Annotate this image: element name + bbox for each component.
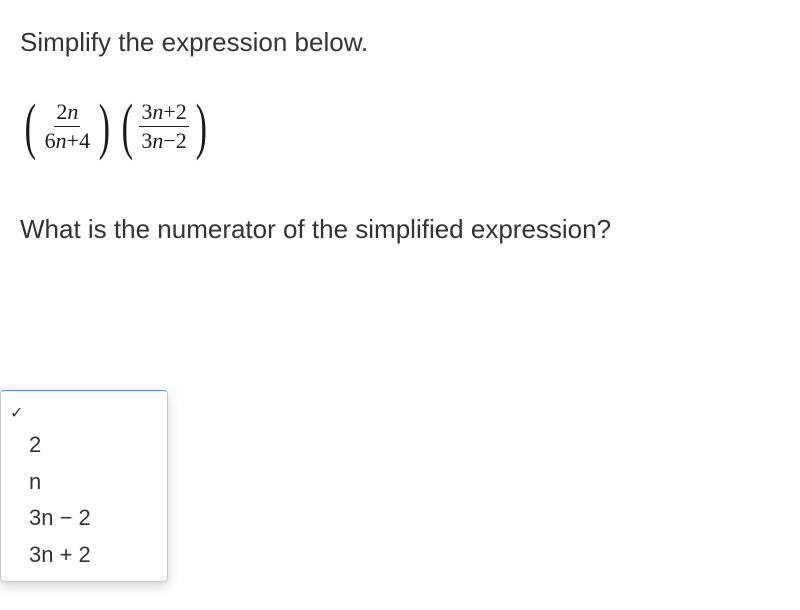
fraction-1: 2n 6n+4	[43, 99, 92, 155]
dropdown-option-3n-minus-2[interactable]: 3n − 2	[1, 500, 167, 537]
prompt-text: Simplify the expression below.	[20, 26, 780, 60]
left-paren-1: (	[25, 96, 36, 158]
question-text: What is the numerator of the simplified …	[20, 214, 780, 245]
math-expression: ( 2n 6n+4 ) ( 3n+2 3n−2 )	[20, 96, 780, 158]
answer-dropdown[interactable]: 2 n 3n − 2 3n + 2	[0, 390, 168, 582]
left-paren-2: (	[121, 96, 132, 158]
dropdown-option-n[interactable]: n	[1, 464, 167, 501]
fraction-2: 3n+2 3n−2	[139, 99, 188, 155]
dropdown-option-2[interactable]: 2	[1, 427, 167, 464]
fraction-1-numerator: 2n	[54, 99, 80, 127]
fraction-2-denominator: 3n−2	[139, 127, 188, 154]
fraction-2-numerator: 3n+2	[139, 99, 188, 127]
right-paren-1: )	[99, 96, 110, 158]
right-paren-2: )	[195, 96, 206, 158]
dropdown-option-blank[interactable]	[1, 397, 167, 427]
fraction-1-denominator: 6n+4	[43, 127, 92, 154]
dropdown-option-3n-plus-2[interactable]: 3n + 2	[1, 537, 167, 574]
